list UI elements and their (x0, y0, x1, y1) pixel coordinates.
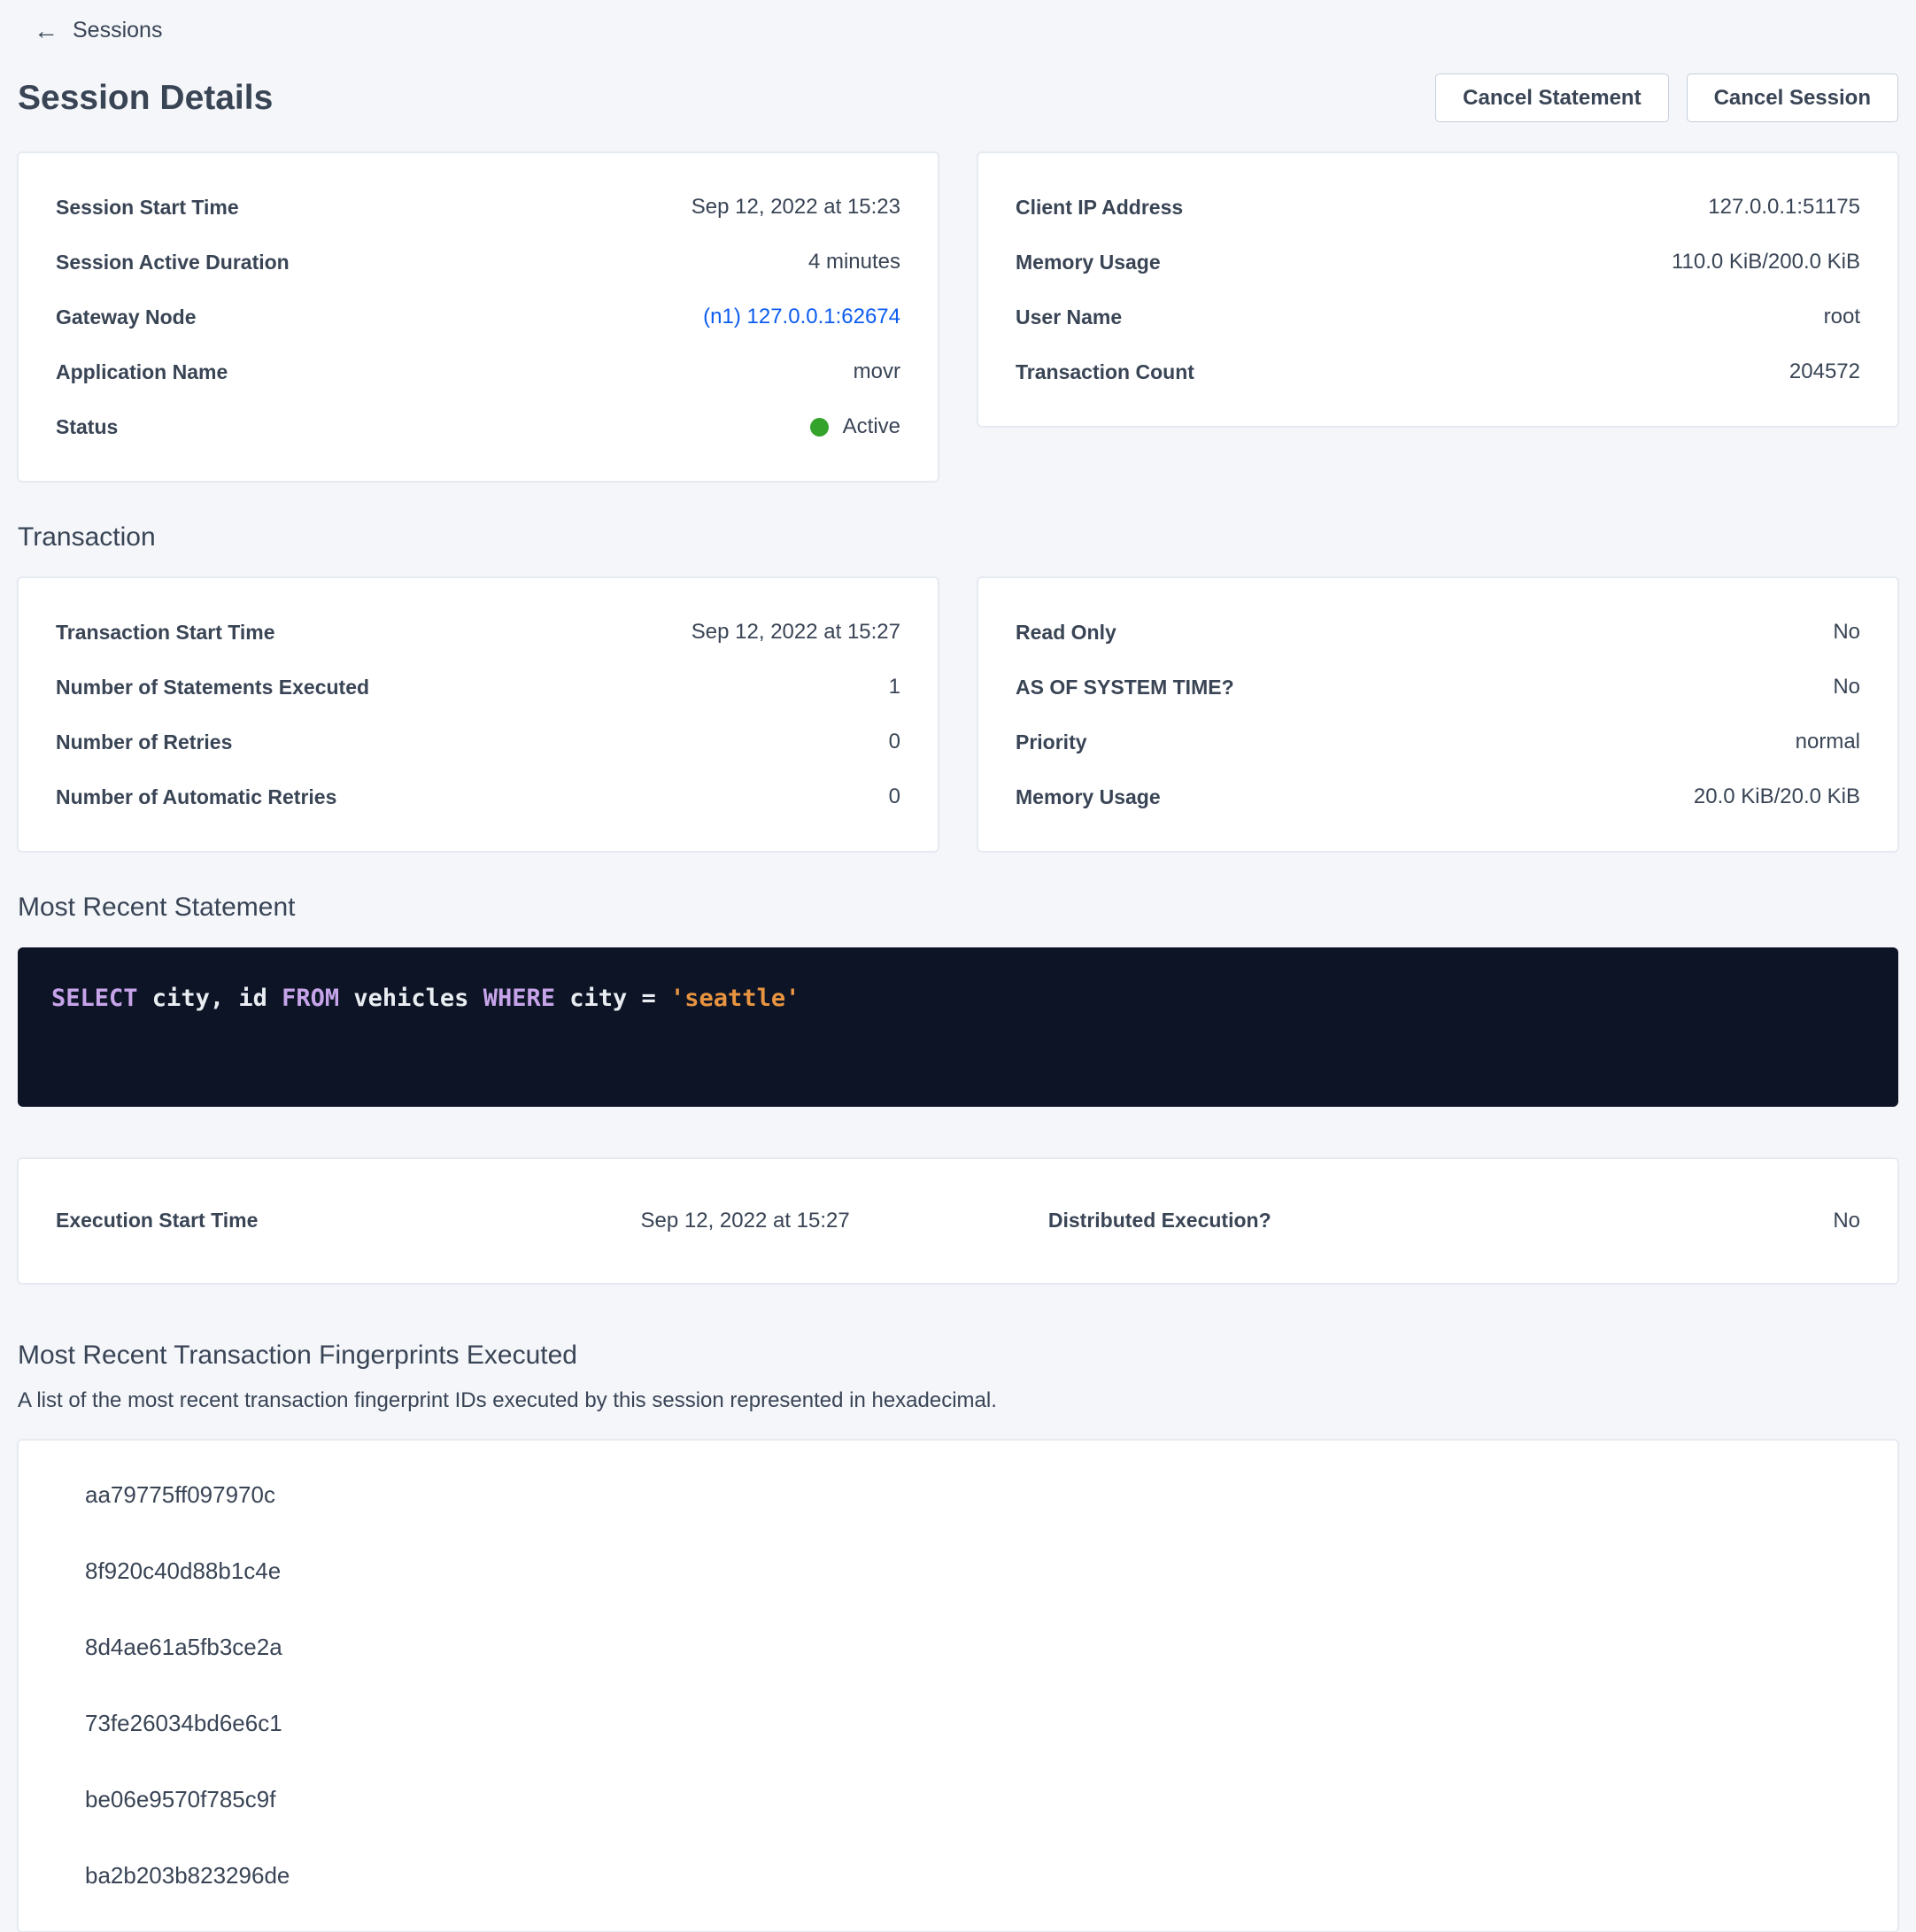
back-label: Sessions (73, 18, 162, 43)
back-arrow-icon: ← (34, 19, 58, 43)
application-name-label: Application Name (56, 360, 228, 384)
distributed-execution-value: No (1833, 1209, 1860, 1233)
client-info-card: Client IP Address 127.0.0.1:51175 Memory… (977, 152, 1898, 427)
read-only-label: Read Only (1016, 621, 1116, 645)
retries-row: Number of Retries 0 (56, 715, 900, 769)
transaction-count-label: Transaction Count (1016, 360, 1194, 384)
statements-executed-label: Number of Statements Executed (56, 676, 369, 699)
as-of-system-time-value: No (1833, 675, 1860, 699)
txn-memory-usage-label: Memory Usage (1016, 785, 1161, 809)
transaction-count-value: 204572 (1789, 359, 1860, 384)
session-active-duration-row: Session Active Duration 4 minutes (56, 235, 900, 290)
cancel-statement-button[interactable]: Cancel Statement (1435, 73, 1668, 122)
transaction-left-card: Transaction Start Time Sep 12, 2022 at 1… (18, 577, 939, 852)
fingerprint-list-item: be06e9570f785c9f (85, 1788, 1860, 1811)
session-active-duration-value: 4 minutes (808, 250, 900, 274)
automatic-retries-label: Number of Automatic Retries (56, 785, 336, 809)
memory-usage-value: 110.0 KiB/200.0 KiB (1672, 250, 1860, 274)
fingerprint-list-item: 8d4ae61a5fb3ce2a (85, 1635, 1860, 1658)
sql-token: SELECT (51, 985, 138, 1012)
retries-label: Number of Retries (56, 730, 232, 754)
client-ip-row: Client IP Address 127.0.0.1:51175 (1016, 180, 1860, 235)
fingerprints-description: A list of the most recent transaction fi… (18, 1388, 1898, 1413)
automatic-retries-value: 0 (889, 784, 900, 809)
fingerprint-list-item: ba2b203b823296de (85, 1864, 1860, 1887)
transaction-start-time-row: Transaction Start Time Sep 12, 2022 at 1… (56, 605, 900, 660)
statements-executed-value: 1 (889, 675, 900, 699)
sql-statement-box: SELECT city, id FROM vehicles WHERE city… (18, 947, 1898, 1107)
gateway-node-row: Gateway Node (n1) 127.0.0.1:62674 (56, 290, 900, 344)
session-details-page: ← Sessions Session Details Cancel Statem… (0, 0, 1916, 1932)
user-name-row: User Name root (1016, 290, 1860, 344)
most-recent-statement-heading: Most Recent Statement (18, 893, 1898, 923)
session-active-duration-label: Session Active Duration (56, 251, 290, 274)
action-buttons: Cancel Statement Cancel Session (1435, 73, 1898, 122)
fingerprint-list-item: 8f920c40d88b1c4e (85, 1559, 1860, 1582)
user-name-value: root (1824, 305, 1860, 329)
transaction-right-card: Read Only No AS OF SYSTEM TIME? No Prior… (977, 577, 1898, 852)
sql-token: city = (555, 985, 670, 1012)
priority-value: normal (1796, 730, 1860, 754)
sql-token: WHERE (483, 985, 555, 1012)
fingerprint-list-item: aa79775ff097970c (85, 1483, 1860, 1506)
priority-row: Priority normal (1016, 715, 1860, 769)
transaction-section-heading: Transaction (18, 522, 1898, 553)
client-ip-label: Client IP Address (1016, 196, 1183, 220)
as-of-system-time-row: AS OF SYSTEM TIME? No (1016, 660, 1860, 715)
title-row: Session Details Cancel Statement Cancel … (18, 73, 1898, 122)
fingerprints-heading: Most Recent Transaction Fingerprints Exe… (18, 1341, 1898, 1371)
as-of-system-time-label: AS OF SYSTEM TIME? (1016, 676, 1234, 699)
back-to-sessions-link[interactable]: ← Sessions (18, 9, 178, 52)
sql-token: city, id (138, 985, 282, 1012)
application-name-row: Application Name movr (56, 344, 900, 399)
execution-start-time-value: Sep 12, 2022 at 15:27 (641, 1209, 850, 1233)
session-summary-row: Session Start Time Sep 12, 2022 at 15:23… (18, 152, 1898, 482)
fingerprint-list-item: 73fe26034bd6e6c1 (85, 1712, 1860, 1735)
status-active-dot-icon (810, 418, 829, 437)
transaction-count-row: Transaction Count 204572 (1016, 344, 1860, 399)
gateway-node-label: Gateway Node (56, 305, 197, 329)
session-info-card: Session Start Time Sep 12, 2022 at 15:23… (18, 152, 939, 482)
session-start-time-row: Session Start Time Sep 12, 2022 at 15:23 (56, 180, 900, 235)
txn-memory-usage-row: Memory Usage 20.0 KiB/20.0 KiB (1016, 769, 1860, 824)
fingerprints-card: aa79775ff097970c 8f920c40d88b1c4e 8d4ae61a… (18, 1440, 1898, 1932)
distributed-execution-label: Distributed Execution? (1048, 1209, 1271, 1233)
client-ip-value: 127.0.0.1:51175 (1708, 195, 1860, 220)
retries-value: 0 (889, 730, 900, 754)
session-start-time-value: Sep 12, 2022 at 15:23 (691, 195, 900, 220)
txn-memory-usage-value: 20.0 KiB/20.0 KiB (1694, 784, 1860, 809)
application-name-value: movr (854, 359, 900, 384)
execution-start-time-label: Execution Start Time (56, 1209, 258, 1233)
gateway-node-link[interactable]: (n1) 127.0.0.1:62674 (703, 305, 900, 329)
transaction-start-time-value: Sep 12, 2022 at 15:27 (691, 620, 900, 645)
memory-usage-label: Memory Usage (1016, 251, 1161, 274)
automatic-retries-row: Number of Automatic Retries 0 (56, 769, 900, 824)
status-label: Status (56, 415, 118, 439)
distributed-execution-pair: Distributed Execution? No (1048, 1209, 1860, 1233)
transaction-cards-row: Transaction Start Time Sep 12, 2022 at 1… (18, 577, 1898, 852)
priority-label: Priority (1016, 730, 1087, 754)
execution-start-time-pair: Execution Start Time Sep 12, 2022 at 15:… (56, 1209, 850, 1233)
user-name-label: User Name (1016, 305, 1122, 329)
sql-token: FROM (282, 985, 339, 1012)
read-only-row: Read Only No (1016, 605, 1860, 660)
memory-usage-row: Memory Usage 110.0 KiB/200.0 KiB (1016, 235, 1860, 290)
transaction-start-time-label: Transaction Start Time (56, 621, 275, 645)
status-row: Status Active (56, 399, 900, 454)
read-only-value: No (1833, 620, 1860, 645)
execution-info-card: Execution Start Time Sep 12, 2022 at 15:… (18, 1158, 1898, 1284)
page-title: Session Details (18, 79, 273, 118)
sql-statement: SELECT city, id FROM vehicles WHERE city… (51, 985, 800, 1012)
sql-token: vehicles (339, 985, 483, 1012)
cancel-session-button[interactable]: Cancel Session (1687, 73, 1898, 122)
statements-executed-row: Number of Statements Executed 1 (56, 660, 900, 715)
status-badge: Active (810, 414, 900, 439)
sql-token: 'seattle' (670, 985, 800, 1012)
fingerprints-list: aa79775ff097970c 8f920c40d88b1c4e 8d4ae61a… (85, 1483, 1860, 1887)
status-value: Active (843, 414, 900, 439)
session-start-time-label: Session Start Time (56, 196, 239, 220)
